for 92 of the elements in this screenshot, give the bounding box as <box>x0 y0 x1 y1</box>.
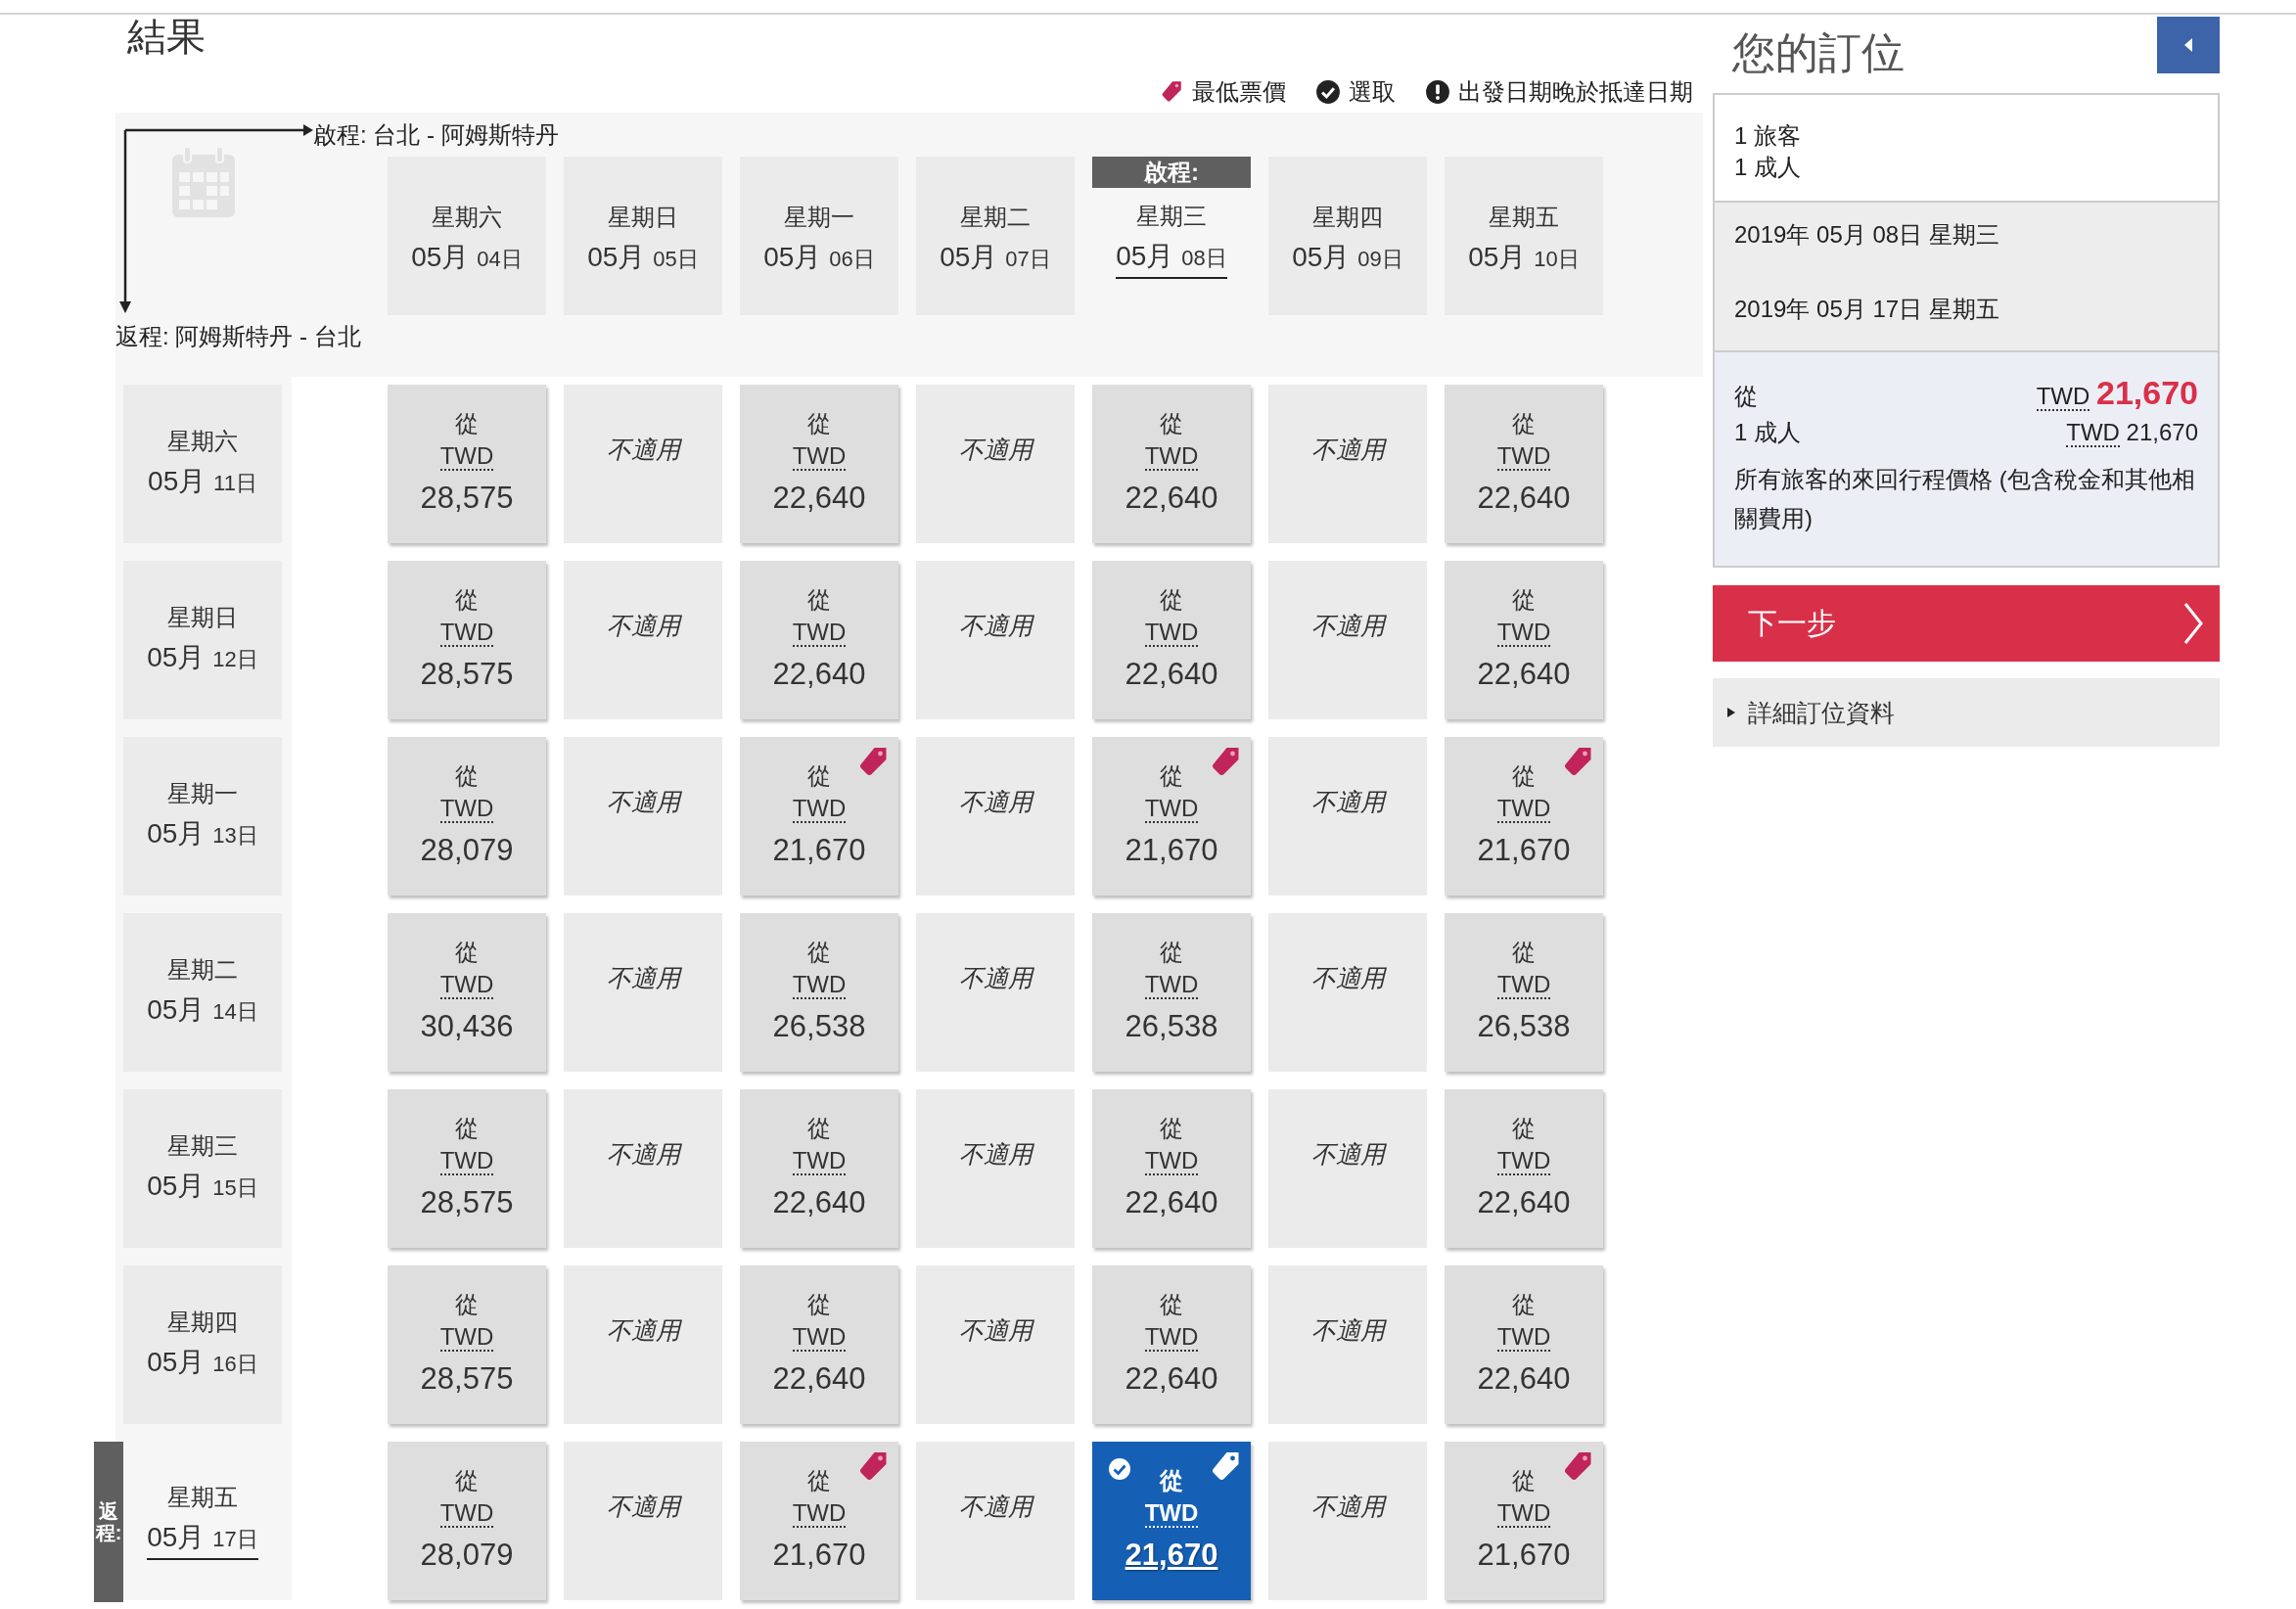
total-price: 21,670 <box>2096 374 2198 411</box>
fare-cell[interactable]: 從 TWD 28,575 <box>388 1265 546 1424</box>
fare-cell[interactable]: 從 TWD 22,640 <box>1445 385 1603 543</box>
adult-price: 21,670 <box>2126 419 2198 445</box>
unavailable-cell: 不適用 <box>564 385 722 543</box>
traveler-text: 1 成人 <box>1734 153 1802 182</box>
departure-date-tab[interactable]: 星期二 05月 07日 <box>916 157 1075 315</box>
fare-cell[interactable]: 從 TWD 21,670 <box>740 1442 898 1600</box>
departure-date-tab[interactable]: 啟程: 星期三 05月 08日 <box>1092 157 1251 315</box>
unavailable-cell: 不適用 <box>916 737 1075 896</box>
fare-cell[interactable]: 從 TWD 22,640 <box>1092 385 1251 543</box>
fare-cell[interactable]: 從 TWD 21,670 <box>1092 737 1251 896</box>
fare-cell[interactable]: 從 TWD 28,575 <box>388 385 546 543</box>
fare-cell[interactable]: 從 TWD 28,575 <box>388 1089 546 1248</box>
fare-cell[interactable]: 從 TWD 28,575 <box>388 561 546 719</box>
departure-date-tab[interactable]: 星期六 05月 04日 <box>388 157 546 315</box>
currency-label: TWD <box>2066 419 2120 447</box>
unavailable-cell: 不適用 <box>1268 1265 1427 1424</box>
fare-cell[interactable]: 從 TWD 21,670 <box>740 737 898 896</box>
unavailable-cell: 不適用 <box>1268 913 1427 1072</box>
return-date-tab[interactable]: 星期一 05月 13日 <box>123 737 282 896</box>
unavailable-cell: 不適用 <box>916 913 1075 1072</box>
unavailable-cell: 不適用 <box>1268 1442 1427 1600</box>
departure-date-tab[interactable]: 星期四 05月 09日 <box>1268 157 1427 315</box>
fare-cell[interactable]: 從 TWD 22,640 <box>1092 1265 1251 1424</box>
unavailable-cell: 不適用 <box>564 1089 722 1248</box>
legend-label: 出發日期晚於抵達日期 <box>1458 77 1693 107</box>
fare-cell[interactable]: 從 TWD 26,538 <box>740 913 898 1072</box>
unavailable-cell: 不適用 <box>564 561 722 719</box>
results-title: 結果 <box>126 17 207 60</box>
unavailable-cell: 不適用 <box>564 1442 722 1600</box>
return-date-tab[interactable]: 星期三 05月 15日 <box>123 1089 282 1248</box>
fare-cell[interactable]: 從 TWD 28,079 <box>388 1442 546 1600</box>
fare-cell[interactable]: 從 TWD 26,538 <box>1445 913 1603 1072</box>
return-date-tab[interactable]: 星期四 05月 16日 <box>123 1265 282 1424</box>
collapse-button[interactable] <box>2157 17 2220 73</box>
return-badge: 返程: <box>94 1442 123 1602</box>
adult-label: 1 成人 <box>1734 418 1801 447</box>
return-date-tab[interactable]: 星期五 05月 17日 <box>123 1442 282 1600</box>
check-circle-icon <box>1108 1457 1131 1481</box>
unavailable-cell: 不適用 <box>564 1265 722 1424</box>
fare-cell[interactable]: 從 TWD 21,670 <box>1445 737 1603 896</box>
unavailable-cell: 不適用 <box>916 1265 1075 1424</box>
legend-label: 選取 <box>1349 77 1396 107</box>
fare-cell[interactable]: 從 TWD 22,640 <box>740 561 898 719</box>
unavailable-cell: 不適用 <box>916 1442 1075 1600</box>
return-date-tab[interactable]: 星期六 05月 11日 <box>123 385 282 543</box>
departure-date-tab[interactable]: 星期日 05月 05日 <box>564 157 722 315</box>
fare-cell[interactable]: 從 TWD 22,640 <box>740 1089 898 1248</box>
unavailable-cell: 不適用 <box>1268 737 1427 896</box>
outbound-route-label: 啟程: 台北 - 阿姆斯特丹 <box>313 120 560 150</box>
currency-label: TWD <box>2036 383 2090 411</box>
trip-date-text: 2019年 05月 17日 星期五 <box>1734 295 2000 324</box>
fare-cell[interactable]: 從 TWD 21,670 <box>1445 1442 1603 1600</box>
booking-details-toggle[interactable]: 詳細訂位資料 <box>1713 678 2220 747</box>
fare-cell[interactable]: 從 TWD 22,640 <box>1445 1089 1603 1248</box>
outbound-badge: 啟程: <box>1092 157 1251 188</box>
departure-date-tab[interactable]: 星期一 05月 06日 <box>740 157 898 315</box>
return-date-tab[interactable]: 星期日 05月 12日 <box>123 561 282 719</box>
unavailable-cell: 不適用 <box>564 913 722 1072</box>
check-circle-icon <box>1315 79 1341 105</box>
from-label: 從 <box>1734 382 1758 411</box>
fare-cell[interactable]: 從 TWD 26,538 <box>1092 913 1251 1072</box>
return-date-tab[interactable]: 星期二 05月 14日 <box>123 913 282 1072</box>
next-step-button[interactable]: 下一步 <box>1713 585 2220 662</box>
unavailable-cell: 不適用 <box>1268 1089 1427 1248</box>
trip-date-text: 2019年 05月 08日 星期三 <box>1734 220 2000 250</box>
chevron-right-icon <box>2182 602 2204 645</box>
caret-icon <box>1726 707 1736 718</box>
unavailable-cell: 不適用 <box>564 737 722 896</box>
booking-title: 您的訂位 <box>1731 27 1905 78</box>
unavailable-cell: 不適用 <box>916 561 1075 719</box>
return-route-label: 返程: 阿姆斯特丹 - 台北 <box>115 322 362 351</box>
price-note: 所有旅客的來回行程價格 (包含稅金和其他相關費用) <box>1734 465 2196 533</box>
fare-cell[interactable]: 從 TWD 21,670 <box>1092 1442 1251 1600</box>
traveler-text: 1 旅客 <box>1734 121 1802 151</box>
unavailable-cell: 不適用 <box>1268 561 1427 719</box>
unavailable-cell: 不適用 <box>916 1089 1075 1248</box>
exclamation-circle-icon <box>1425 79 1450 105</box>
fare-cell[interactable]: 從 TWD 22,640 <box>1445 1265 1603 1424</box>
fare-cell[interactable]: 從 TWD 22,640 <box>1092 1089 1251 1248</box>
fare-cell[interactable]: 從 TWD 28,079 <box>388 737 546 896</box>
unavailable-cell: 不適用 <box>916 385 1075 543</box>
fare-cell[interactable]: 從 TWD 30,436 <box>388 913 546 1072</box>
caret-icon <box>2182 37 2194 53</box>
fare-cell[interactable]: 從 TWD 22,640 <box>1445 561 1603 719</box>
fare-cell[interactable]: 從 TWD 22,640 <box>1092 561 1251 719</box>
unavailable-cell: 不適用 <box>1268 385 1427 543</box>
departure-date-tab[interactable]: 星期五 05月 10日 <box>1445 157 1603 315</box>
legend-label: 最低票價 <box>1192 77 1286 107</box>
fare-cell[interactable]: 從 TWD 22,640 <box>740 385 898 543</box>
fare-cell[interactable]: 從 TWD 22,640 <box>740 1265 898 1424</box>
